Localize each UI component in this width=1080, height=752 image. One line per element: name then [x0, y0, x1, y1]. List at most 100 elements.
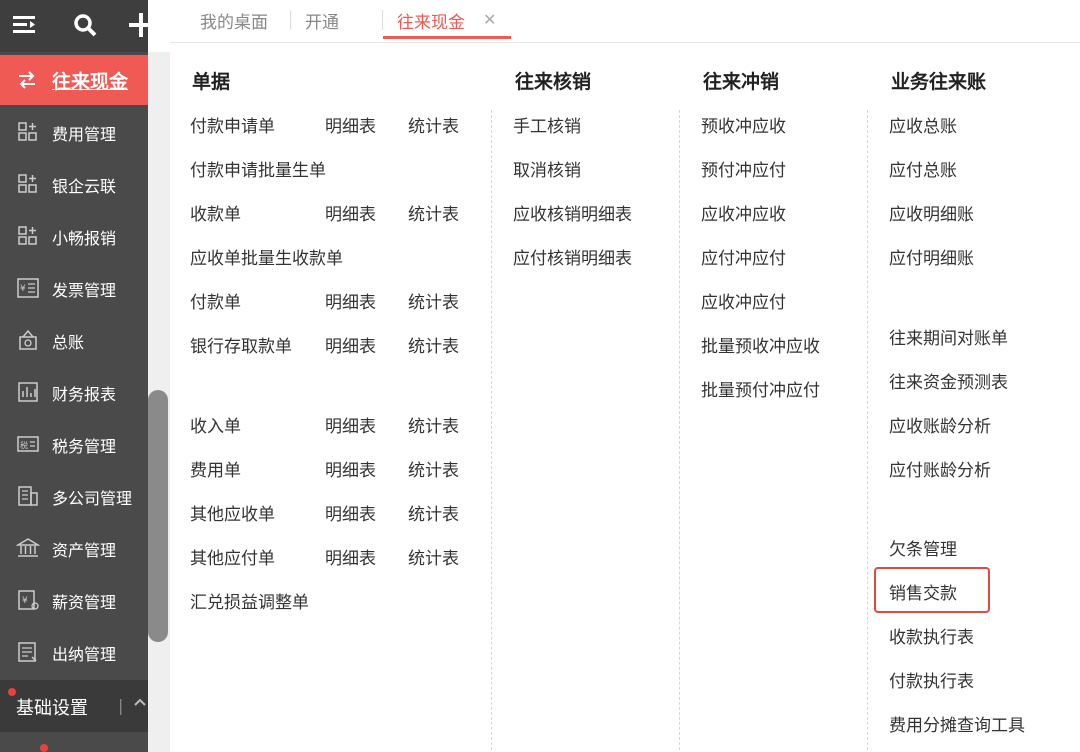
salary-icon: ¥ — [16, 588, 40, 612]
tab-active-indicator — [383, 36, 511, 39]
grid-plus-icon — [16, 172, 40, 196]
svg-text:¥: ¥ — [20, 284, 26, 294]
menu-link[interactable]: 欠条管理 — [889, 535, 957, 560]
menu-link-detail[interactable]: 明细表 — [325, 288, 376, 313]
sidebar-item-label: 多公司管理 — [52, 489, 133, 508]
menu-link[interactable]: 往来期间对账单 — [889, 324, 1008, 349]
column-divider — [679, 110, 680, 750]
menu-link[interactable]: 批量预付冲应付 — [701, 376, 820, 401]
menu-link[interactable]: 收入单 — [190, 412, 241, 437]
menu-link-stat[interactable]: 统计表 — [408, 288, 459, 313]
menu-link[interactable]: 银行存取款单 — [190, 332, 292, 357]
menu-link[interactable]: 手工核销 — [513, 112, 581, 137]
sidebar-item-assets[interactable]: 资产管理 — [0, 522, 148, 574]
sidebar-item-active[interactable]: 往来现金 — [0, 55, 148, 105]
column-divider — [491, 110, 492, 750]
menu-link-detail[interactable]: 明细表 — [325, 456, 376, 481]
menu-link-detail[interactable]: 明细表 — [325, 332, 376, 357]
column-header-offset: 往来冲销 — [703, 71, 780, 93]
menu-link[interactable]: 应收核销明细表 — [513, 200, 632, 225]
tab-divider — [382, 10, 383, 30]
sidebar-item-cashier[interactable]: 出纳管理 — [0, 626, 148, 678]
menu-link-stat[interactable]: 统计表 — [408, 500, 459, 525]
sidebar-item-ledger[interactable]: 总账 — [0, 314, 148, 366]
sidebar-item-multicompany[interactable]: 多公司管理 — [0, 470, 148, 522]
menu-link[interactable]: 应收冲应收 — [701, 200, 786, 225]
menu-link-stat[interactable]: 统计表 — [408, 544, 459, 569]
sidebar-item-report[interactable]: 财务报表 — [0, 366, 148, 418]
menu-link[interactable]: 取消核销 — [513, 156, 581, 181]
sidebar-item-invoice[interactable]: ¥ 发票管理 — [0, 262, 148, 314]
search-icon[interactable] — [70, 10, 100, 40]
menu-link-detail[interactable]: 明细表 — [325, 412, 376, 437]
menu-icon[interactable] — [10, 10, 40, 40]
sidebar-item-label: 总账 — [52, 333, 85, 352]
menu-link[interactable]: 付款执行表 — [889, 667, 974, 692]
menu-link-stat[interactable]: 统计表 — [408, 412, 459, 437]
column-divider — [867, 110, 868, 750]
menu-link[interactable]: 应付总账 — [889, 156, 957, 181]
divider: | — [118, 696, 124, 715]
menu-link[interactable]: 应付冲应付 — [701, 244, 786, 269]
close-icon[interactable]: ✕ — [483, 10, 496, 29]
menu-link-detail[interactable]: 明细表 — [325, 200, 376, 225]
sidebar-item-tax[interactable]: 税 税务管理 — [0, 418, 148, 470]
menu-link[interactable]: 应收总账 — [889, 112, 957, 137]
menu-link[interactable]: 其他应收单 — [190, 500, 275, 525]
sidebar-item-bank[interactable]: 银企云联 — [0, 158, 148, 210]
tab-bar: 我的桌面 开通 往来现金 ✕ — [170, 0, 1080, 43]
menu-link[interactable]: 应收冲应付 — [701, 288, 786, 313]
menu-link[interactable]: 收款执行表 — [889, 623, 974, 648]
scrollbar-thumb[interactable] — [148, 390, 168, 642]
menu-link[interactable]: 预收冲应收 — [701, 112, 786, 137]
menu-link[interactable]: 应收单批量生收款单 — [190, 244, 343, 269]
grid-plus-icon — [16, 120, 40, 144]
menu-link-stat[interactable]: 统计表 — [408, 332, 459, 357]
settings-label: 基础设置 — [16, 698, 88, 719]
sidebar-item-reimburse[interactable]: 小畅报销 — [0, 210, 148, 262]
building-icon — [16, 484, 40, 508]
menu-link-detail[interactable]: 明细表 — [325, 500, 376, 525]
menu-link[interactable]: 应付明细账 — [889, 244, 974, 269]
menu-link-stat[interactable]: 统计表 — [408, 200, 459, 225]
tab-divider — [290, 10, 291, 30]
menu-link-detail[interactable]: 明细表 — [325, 544, 376, 569]
svg-text:¥: ¥ — [22, 596, 28, 606]
menu-link-detail[interactable]: 明细表 — [325, 112, 376, 137]
column-header-verification: 往来核销 — [515, 71, 592, 93]
chevron-up-icon[interactable] — [132, 694, 148, 710]
menu-link[interactable]: 付款单 — [190, 288, 241, 313]
menu-link[interactable]: 应收账龄分析 — [889, 412, 991, 437]
sidebar-settings[interactable]: 基础设置 | — [0, 680, 148, 732]
menu-link[interactable]: 应付账龄分析 — [889, 456, 991, 481]
menu-link[interactable]: 收款单 — [190, 200, 241, 225]
tab-open[interactable]: 开通 — [305, 8, 339, 33]
menu-link[interactable]: 费用单 — [190, 456, 241, 481]
sidebar-item-expense[interactable]: 费用管理 — [0, 106, 148, 158]
ledger-icon — [16, 328, 40, 352]
tax-icon: 税 — [16, 432, 40, 456]
sidebar-item-salary[interactable]: ¥ 薪资管理 — [0, 574, 148, 626]
menu-link[interactable]: 费用分摊查询工具 — [889, 711, 1025, 736]
tab-desktop[interactable]: 我的桌面 — [200, 8, 268, 33]
add-icon[interactable] — [126, 10, 156, 40]
svg-text:税: 税 — [20, 440, 28, 450]
invoice-icon: ¥ — [16, 276, 40, 300]
menu-link[interactable]: 应收明细账 — [889, 200, 974, 225]
menu-link-stat[interactable]: 统计表 — [408, 456, 459, 481]
menu-link[interactable]: 预付冲应付 — [701, 156, 786, 181]
menu-link[interactable]: 汇兑损益调整单 — [190, 588, 309, 613]
menu-link[interactable]: 付款申请单 — [190, 112, 275, 137]
menu-link[interactable]: 批量预收冲应收 — [701, 332, 820, 357]
grid-plus-icon — [16, 224, 40, 248]
notification-dot — [40, 744, 48, 752]
menu-link[interactable]: 付款申请批量生单 — [190, 156, 326, 181]
menu-link[interactable]: 往来资金预测表 — [889, 368, 1008, 393]
tab-current-cash[interactable]: 往来现金 — [397, 8, 465, 33]
sidebar-item-label: 银企云联 — [52, 177, 117, 196]
transfer-icon — [16, 69, 38, 91]
menu-link-stat[interactable]: 统计表 — [408, 112, 459, 137]
menu-link[interactable]: 其他应付单 — [190, 544, 275, 569]
menu-link[interactable]: 应付核销明细表 — [513, 244, 632, 269]
sidebar-item-label: 税务管理 — [52, 437, 117, 456]
